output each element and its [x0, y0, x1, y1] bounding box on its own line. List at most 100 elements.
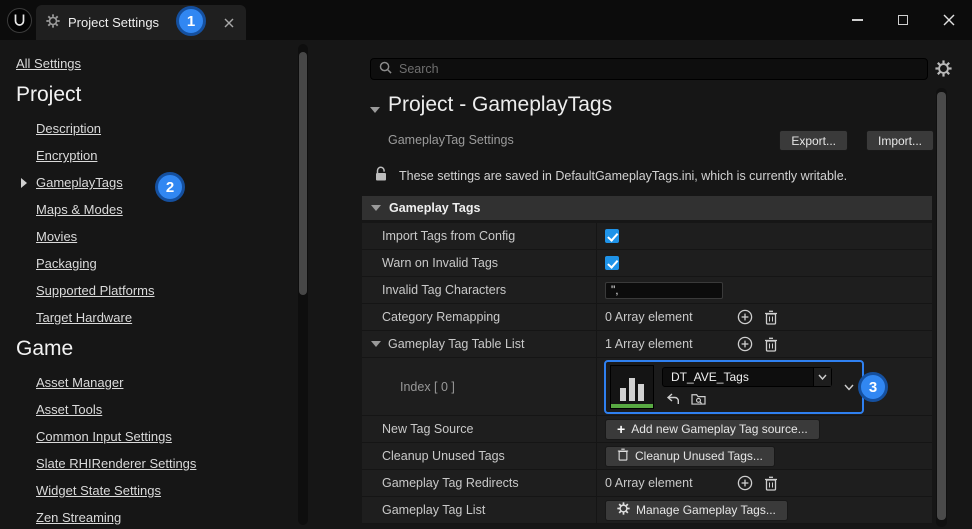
annotation-badge-2: 2 [155, 172, 185, 202]
trash-icon [617, 448, 629, 464]
tab-close-icon[interactable] [222, 16, 236, 30]
unlock-icon [374, 166, 388, 185]
plus-icon: + [617, 421, 626, 437]
section-collapse-icon[interactable] [370, 107, 380, 113]
config-file-notice-text: These settings are saved in DefaultGamep… [399, 168, 848, 183]
property-label: Category Remapping [362, 304, 597, 330]
annotation-badge-1: 1 [176, 6, 206, 36]
row-import-tags-from-config: Import Tags from Config [362, 223, 932, 250]
sidebar-scrollbar-thumb[interactable] [299, 52, 307, 295]
page-subtitle: GameplayTag Settings [388, 133, 514, 147]
search-input[interactable] [399, 62, 919, 76]
property-rows: Gameplay Tags Import Tags from Config Wa… [362, 196, 932, 524]
sidebar-item-packaging[interactable]: Packaging [36, 256, 97, 271]
row-invalid-tag-characters: Invalid Tag Characters [362, 277, 932, 304]
sidebar-item-all-settings[interactable]: All Settings [16, 56, 81, 71]
project-settings-icon [46, 14, 60, 31]
asset-select-dropdown[interactable]: DT_AVE_Tags [662, 367, 832, 387]
import-tags-checkbox[interactable] [605, 229, 619, 243]
row-category-remapping: Category Remapping 0 Array element [362, 304, 932, 331]
property-label: Gameplay Tag Table List [388, 337, 525, 351]
asset-name: DT_AVE_Tags [671, 370, 749, 384]
sidebar-section-game: Game [16, 337, 74, 360]
main-scrollbar-thumb[interactable] [937, 92, 946, 520]
add-element-icon[interactable] [736, 474, 754, 492]
maximize-button[interactable] [880, 0, 926, 40]
row-new-tag-source: New Tag Source + Add new Gameplay Tag so… [362, 416, 932, 443]
warn-invalid-tags-checkbox[interactable] [605, 256, 619, 270]
search-bar[interactable] [370, 58, 928, 80]
property-label: Import Tags from Config [362, 223, 597, 249]
sidebar-item-supported-platforms[interactable]: Supported Platforms [36, 283, 155, 298]
sidebar-item-zen-streaming[interactable]: Zen Streaming [36, 510, 121, 525]
property-label: New Tag Source [362, 416, 597, 442]
titlebar: Project Settings [0, 0, 972, 40]
row-collapse-icon[interactable] [371, 341, 381, 347]
sidebar-item-target-hardware[interactable]: Target Hardware [36, 310, 132, 325]
invalid-tag-characters-input[interactable] [605, 281, 723, 299]
sidebar-item-encryption[interactable]: Encryption [36, 148, 97, 163]
delete-elements-trash-icon[interactable] [763, 336, 779, 353]
cleanup-unused-tags-button[interactable]: Cleanup Unused Tags... [605, 445, 775, 467]
chevron-down-icon [813, 368, 831, 386]
use-selected-asset-icon[interactable] [665, 391, 681, 406]
close-button[interactable] [926, 0, 972, 40]
tab-project-settings[interactable]: Project Settings [36, 5, 246, 40]
minimize-button[interactable] [834, 0, 880, 40]
selected-item-triangle-icon [21, 178, 27, 188]
page-title: Project - GameplayTags [388, 93, 613, 116]
delete-elements-trash-icon[interactable] [763, 309, 779, 326]
sidebar-item-asset-manager[interactable]: Asset Manager [36, 375, 123, 390]
property-label: Invalid Tag Characters [362, 277, 597, 303]
manage-gameplay-tags-button[interactable]: Manage Gameplay Tags... [605, 499, 788, 521]
window-controls [834, 0, 972, 40]
settings-main-panel: Project - GameplayTags GameplayTag Setti… [362, 40, 972, 529]
import-button[interactable]: Import... [865, 130, 934, 151]
sidebar-scrollbar[interactable] [298, 44, 308, 525]
bar-chart-icon [620, 387, 626, 401]
main-scrollbar[interactable] [936, 88, 947, 527]
asset-picker-highlight: DT_AVE_Tags [604, 359, 864, 414]
add-element-icon[interactable] [736, 335, 754, 353]
category-collapse-icon[interactable] [371, 205, 381, 211]
delete-elements-trash-icon[interactable] [763, 475, 779, 492]
sidebar-item-slate-rhirenderer-settings[interactable]: Slate RHIRenderer Settings [36, 456, 196, 471]
sidebar-item-common-input-settings[interactable]: Common Input Settings [36, 429, 172, 444]
add-element-icon[interactable] [736, 308, 754, 326]
category-gameplay-tags[interactable]: Gameplay Tags [362, 196, 932, 220]
tab-title: Project Settings [68, 15, 160, 30]
gear-icon [617, 502, 630, 518]
sidebar-item-gameplaytags[interactable]: GameplayTags [21, 175, 123, 190]
project-settings-window: Project Settings All Settings Project De… [0, 0, 972, 529]
settings-sidebar: All Settings Project Description Encrypt… [0, 40, 296, 529]
sidebar-section-project: Project [16, 83, 82, 106]
config-file-notice: These settings are saved in DefaultGamep… [374, 166, 847, 185]
row-cleanup-unused-tags: Cleanup Unused Tags Cleanup Unused Tags.… [362, 443, 932, 470]
property-label: Warn on Invalid Tags [362, 250, 597, 276]
sidebar-item-maps-modes[interactable]: Maps & Modes [36, 202, 123, 217]
datatable-type-strip [611, 403, 653, 408]
row-gameplay-tag-list: Gameplay Tag List Manage Gameplay Tags..… [362, 497, 932, 524]
property-label: Gameplay Tag List [362, 497, 597, 523]
browse-to-asset-icon[interactable] [690, 391, 707, 406]
row-index-0: Index [ 0 ] DT_AVE_Tags [362, 358, 932, 416]
expand-chevron-icon[interactable] [844, 379, 854, 394]
row-warn-on-invalid-tags: Warn on Invalid Tags [362, 250, 932, 277]
annotation-badge-3: 3 [858, 372, 888, 402]
bar-chart-icon [638, 383, 644, 401]
row-gameplay-tag-redirects: Gameplay Tag Redirects 0 Array element [362, 470, 932, 497]
search-icon [379, 61, 392, 77]
sidebar-item-movies[interactable]: Movies [36, 229, 77, 244]
category-label: Gameplay Tags [389, 201, 481, 215]
array-count-text: 0 Array element [605, 310, 693, 324]
settings-gear-icon[interactable] [935, 60, 952, 80]
sidebar-item-description[interactable]: Description [36, 121, 101, 136]
add-new-gameplay-tag-source-button[interactable]: + Add new Gameplay Tag source... [605, 418, 820, 440]
sidebar-item-widget-state-settings[interactable]: Widget State Settings [36, 483, 161, 498]
array-count-text: 0 Array element [605, 476, 693, 490]
bar-chart-icon [629, 377, 635, 401]
export-button[interactable]: Export... [779, 130, 848, 151]
sidebar-item-asset-tools[interactable]: Asset Tools [36, 402, 102, 417]
property-label: Gameplay Tag Redirects [362, 470, 597, 496]
datatable-thumbnail[interactable] [610, 364, 654, 409]
